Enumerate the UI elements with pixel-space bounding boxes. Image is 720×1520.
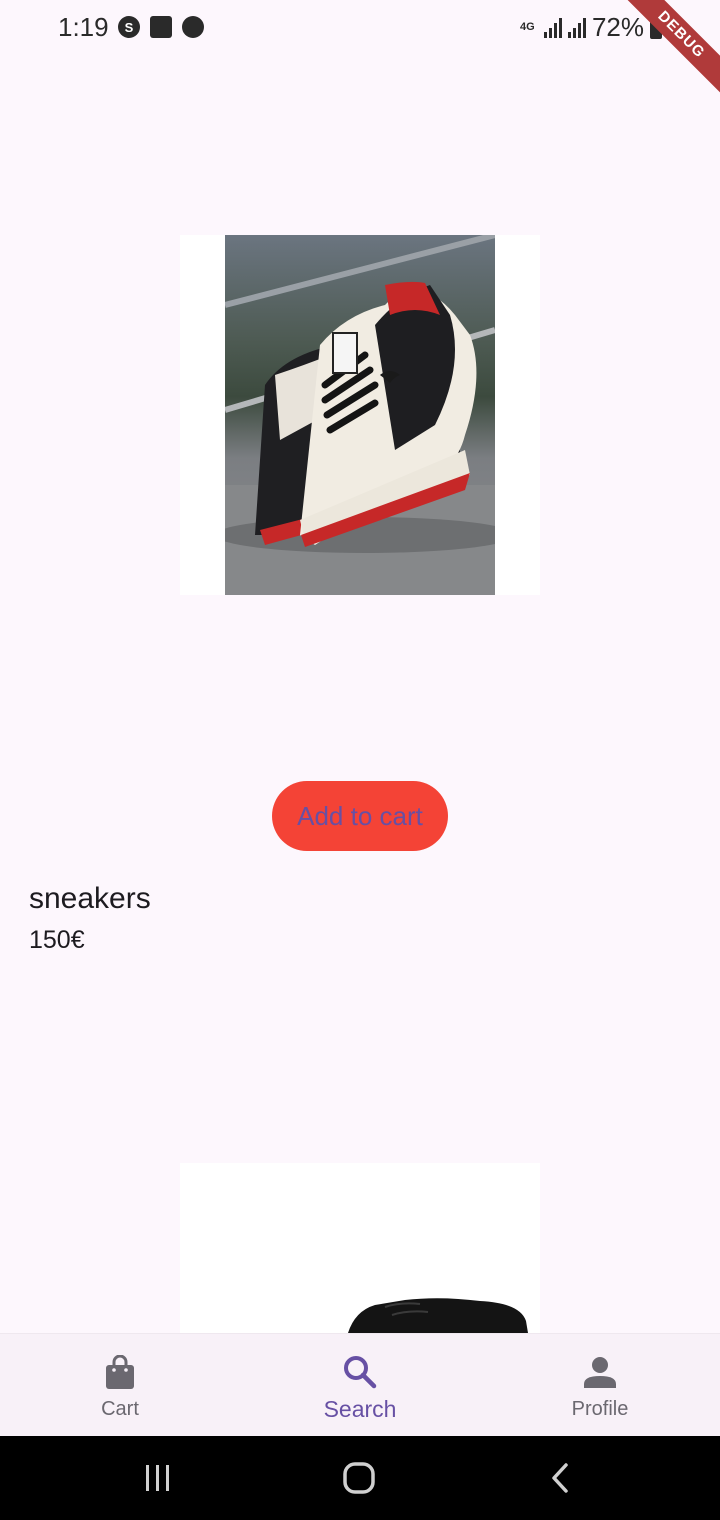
- app-screen: 1:19 S 4G 72% DEBUG Add to cart sneakers…: [0, 0, 720, 1520]
- search-icon: [340, 1352, 380, 1392]
- notification-icons: S: [118, 16, 204, 38]
- sneaker-photo: [225, 235, 495, 595]
- add-to-cart-button[interactable]: Add to cart: [272, 781, 448, 851]
- home-button[interactable]: [299, 1436, 419, 1520]
- home-icon: [343, 1462, 375, 1494]
- nav-item-profile[interactable]: Profile: [480, 1334, 720, 1437]
- product-price: 150€: [29, 926, 85, 954]
- status-time: 1:19: [58, 12, 109, 42]
- signal-icon-2: [567, 17, 586, 38]
- recent-apps-button[interactable]: [98, 1436, 218, 1520]
- shopping-bag-icon: [100, 1352, 140, 1392]
- person-icon: [580, 1352, 620, 1392]
- network-type: 4G: [519, 21, 535, 33]
- battery-level: 72%: [591, 12, 644, 42]
- back-button[interactable]: [500, 1436, 620, 1520]
- signal-icon: [543, 17, 562, 38]
- system-navigation-bar: [0, 1436, 720, 1520]
- nav-item-search[interactable]: Search: [240, 1334, 480, 1437]
- status-bar: 1:19 S 4G 72%: [0, 0, 720, 58]
- nav-item-cart[interactable]: Cart: [0, 1334, 240, 1437]
- gallery-notification-icon: [150, 16, 172, 38]
- bottom-navigation: Cart Search Profile: [0, 1333, 720, 1436]
- nav-label-cart: Cart: [101, 1398, 139, 1420]
- nav-label-profile: Profile: [571, 1398, 629, 1420]
- product-name: sneakers: [29, 882, 151, 915]
- back-icon: [552, 1463, 568, 1493]
- dress-shoe-photo: [180, 1163, 540, 1333]
- status-indicators: 4G 72%: [520, 12, 662, 43]
- chrome-notification-icon: [182, 16, 204, 38]
- nav-label-search: Search: [323, 1396, 397, 1422]
- product-image[interactable]: [180, 235, 540, 595]
- product-image[interactable]: [180, 1163, 540, 1333]
- recent-apps-icon: [146, 1465, 169, 1491]
- app-notification-icon: S: [118, 16, 140, 38]
